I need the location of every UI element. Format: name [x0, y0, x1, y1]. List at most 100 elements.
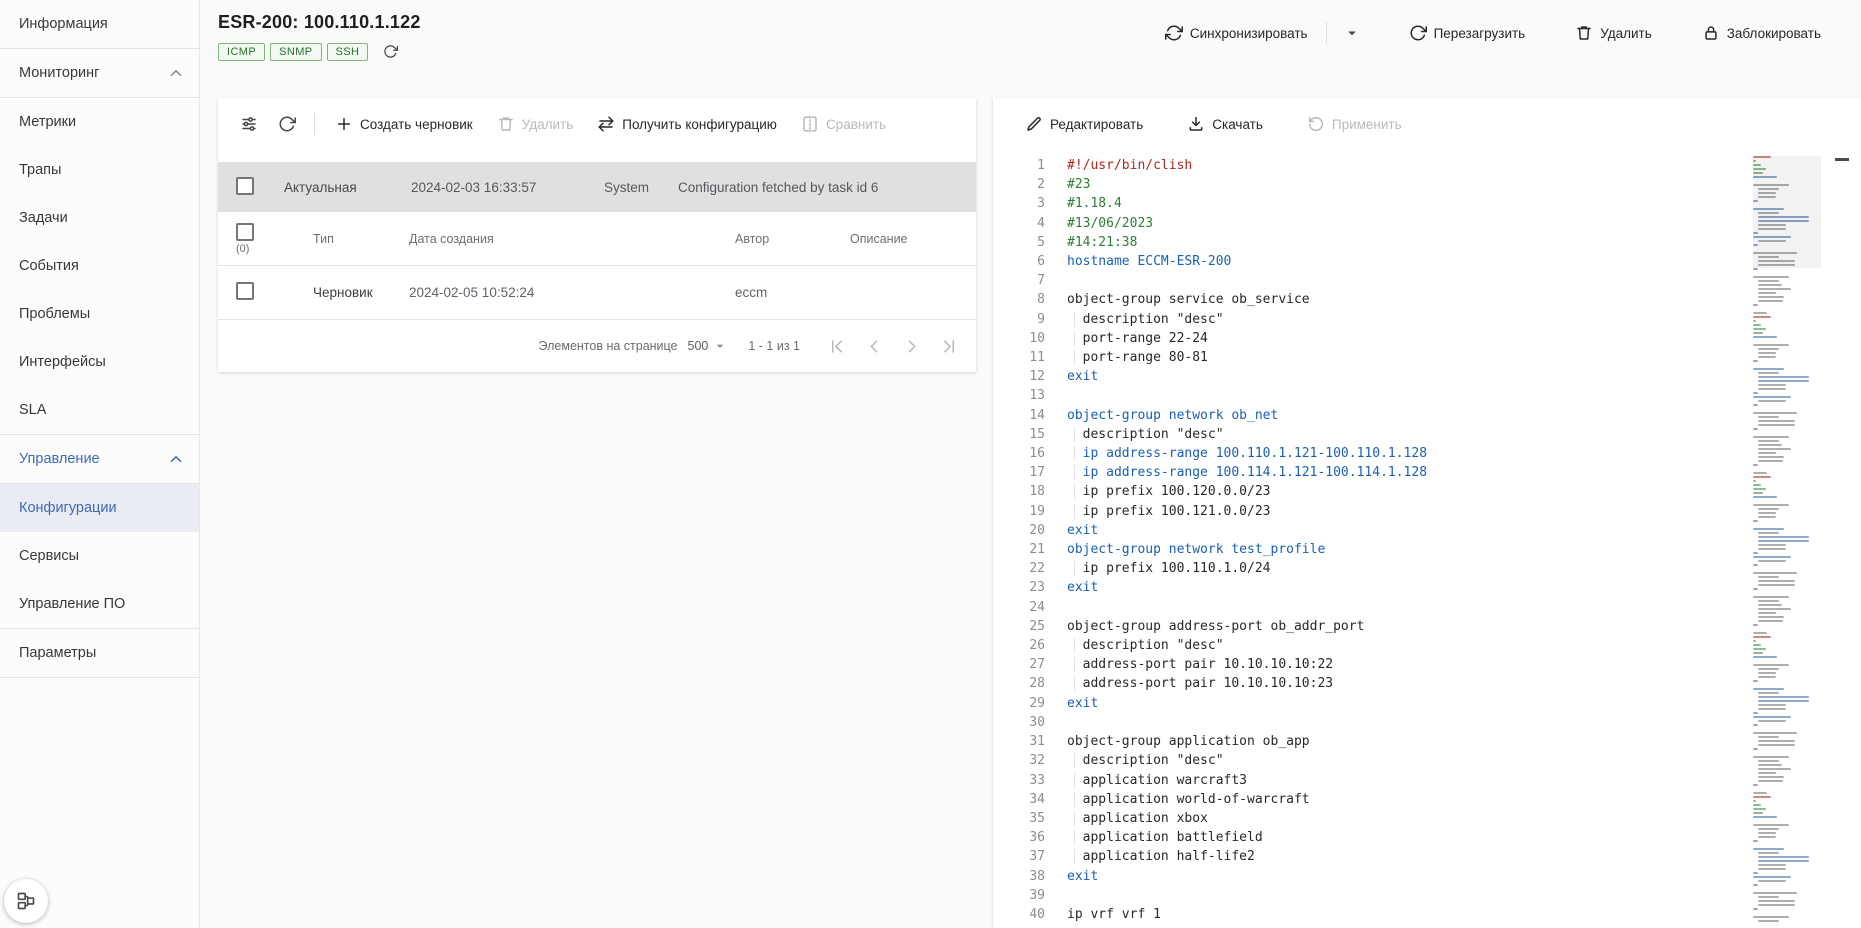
row-checkbox[interactable] — [236, 282, 254, 300]
delete-config-button[interactable]: Удалить — [493, 109, 578, 139]
sidebar-item-events[interactable]: События — [0, 242, 199, 290]
delete-device-button[interactable]: Удалить — [1571, 18, 1656, 48]
refresh-availability-button[interactable] — [381, 42, 400, 61]
code-line: 5#14:21:38 — [1005, 233, 1731, 252]
line-number: 23 — [1005, 578, 1045, 597]
sidebar-item-metrics[interactable]: Метрики — [0, 98, 199, 146]
first-page-button[interactable] — [824, 333, 851, 360]
line-text — [1045, 386, 1067, 405]
code-line: 37 application half-life2 — [1005, 847, 1731, 866]
code-line: 30 — [1005, 713, 1731, 732]
line-text: description "desc" — [1045, 310, 1224, 329]
sidebar-item-label: Параметры — [19, 645, 96, 661]
line-text: exit — [1045, 694, 1098, 713]
config-row[interactable]: Черновик2024-02-05 10:52:24eccm — [218, 266, 976, 320]
actual-row-checkbox[interactable] — [236, 177, 254, 195]
sidebar-item-label: Управление ПО — [19, 596, 125, 612]
line-text: ip prefix 100.121.0.0/23 — [1045, 502, 1271, 521]
sidebar-item-parameters[interactable]: Параметры — [0, 629, 199, 677]
line-number: 8 — [1005, 290, 1045, 309]
synchronize-button[interactable]: Синхронизировать — [1161, 18, 1312, 48]
collapse-editor-icon[interactable] — [1835, 158, 1849, 161]
caret-down-icon — [1343, 24, 1361, 42]
page-size-select[interactable]: 500 — [688, 338, 729, 354]
reboot-label: Перезагрузить — [1434, 26, 1526, 41]
compare-label: Сравнить — [826, 117, 886, 132]
lock-device-button[interactable]: Заблокировать — [1698, 18, 1825, 48]
code-line: 17 ip address-range 100.114.1.121-100.11… — [1005, 463, 1731, 482]
chevron-up-icon — [167, 450, 185, 468]
compare-button[interactable]: Сравнить — [797, 109, 890, 139]
download-config-button[interactable]: Скачать — [1183, 109, 1267, 139]
sidebar-item-management[interactable]: Управление — [0, 435, 199, 483]
line-number: 6 — [1005, 252, 1045, 271]
code-line: 12exit — [1005, 367, 1731, 386]
sidebar-item-information[interactable]: Информация — [0, 0, 199, 48]
last-page-button[interactable] — [935, 333, 962, 360]
topology-fab-button[interactable] — [4, 879, 48, 923]
code-line: 14object-group network ob_net — [1005, 406, 1731, 425]
line-text: exit — [1045, 867, 1098, 886]
compare-icon — [801, 115, 819, 133]
sync-icon — [1165, 24, 1183, 42]
code-line: 33 application warcraft3 — [1005, 771, 1731, 790]
sidebar-item-services[interactable]: Сервисы — [0, 532, 199, 580]
prev-page-button[interactable] — [861, 333, 888, 360]
create-draft-label: Создать черновик — [360, 117, 473, 132]
code-line: 2#23 — [1005, 175, 1731, 194]
reboot-button[interactable]: Перезагрузить — [1405, 18, 1530, 48]
synchronize-menu-button[interactable] — [1341, 22, 1363, 44]
select-all-checkbox[interactable] — [236, 223, 254, 241]
sidebar-item-sla[interactable]: SLA — [0, 386, 199, 434]
line-text — [1045, 886, 1067, 905]
line-text: description "desc" — [1045, 636, 1224, 655]
line-number: 21 — [1005, 540, 1045, 559]
apply-config-button[interactable]: Применить — [1303, 109, 1406, 139]
trash-icon — [497, 115, 515, 133]
delete-device-label: Удалить — [1600, 26, 1652, 41]
select-all-cell: (0) — [236, 223, 313, 255]
sidebar-item-monitoring[interactable]: Мониторинг — [0, 49, 199, 97]
refresh-list-button[interactable] — [276, 113, 298, 135]
protocol-badges: ICMPSNMPSSH — [218, 42, 421, 61]
sidebar-item-traps[interactable]: Трапы — [0, 146, 199, 194]
line-text: ip address-range 100.114.1.121-100.114.1… — [1045, 463, 1427, 482]
line-text: hostname ECCM-ESR-200 — [1045, 252, 1231, 271]
line-number: 10 — [1005, 329, 1045, 348]
sidebar-item-tasks[interactable]: Задачи — [0, 194, 199, 242]
sidebar-item-configurations[interactable]: Конфигурации — [0, 484, 199, 532]
minimap-viewport[interactable] — [1753, 156, 1821, 268]
line-text: object-group service ob_service — [1045, 290, 1310, 309]
apply-config-label: Применить — [1332, 117, 1402, 132]
line-number: 3 — [1005, 194, 1045, 213]
sidebar-item-interfaces[interactable]: Интерфейсы — [0, 338, 199, 386]
sidebar-divider — [0, 677, 199, 678]
sidebar-item-problems[interactable]: Проблемы — [0, 290, 199, 338]
next-page-button[interactable] — [898, 333, 925, 360]
sidebar-item-label: Метрики — [19, 114, 76, 130]
code-line: 15 description "desc" — [1005, 425, 1731, 444]
actual-config-author: System — [604, 180, 678, 195]
line-text: description "desc" — [1045, 425, 1224, 444]
synchronize-label: Синхронизировать — [1190, 26, 1308, 41]
editor-body: 1#!/usr/bin/clish2#233#1.18.44#13/06/202… — [993, 150, 1861, 928]
line-number: 33 — [1005, 771, 1045, 790]
code-line: 10 port-range 22-24 — [1005, 329, 1731, 348]
edit-config-button[interactable]: Редактировать — [1021, 109, 1147, 139]
code-line: 7 — [1005, 271, 1731, 290]
line-text: exit — [1045, 521, 1098, 540]
content: Создать черновик Удалить Получить конфиг… — [200, 98, 1861, 928]
create-draft-button[interactable]: Создать черновик — [331, 109, 477, 139]
line-number: 34 — [1005, 790, 1045, 809]
selected-count: (0) — [236, 243, 249, 255]
fetch-config-button[interactable]: Получить конфигурацию — [593, 109, 781, 139]
line-number: 14 — [1005, 406, 1045, 425]
code-viewer[interactable]: 1#!/usr/bin/clish2#233#1.18.44#13/06/202… — [993, 150, 1861, 928]
delete-config-label: Удалить — [522, 117, 574, 132]
config-list-panel: Создать черновик Удалить Получить конфиг… — [218, 98, 976, 372]
sidebar-item-software-management[interactable]: Управление ПО — [0, 580, 199, 628]
filter-button[interactable] — [238, 113, 260, 135]
code-minimap[interactable] — [1753, 156, 1821, 922]
code-line: 36 application battlefield — [1005, 828, 1731, 847]
actual-config-row[interactable]: Актуальная 2024-02-03 16:33:57 System Co… — [218, 162, 976, 212]
